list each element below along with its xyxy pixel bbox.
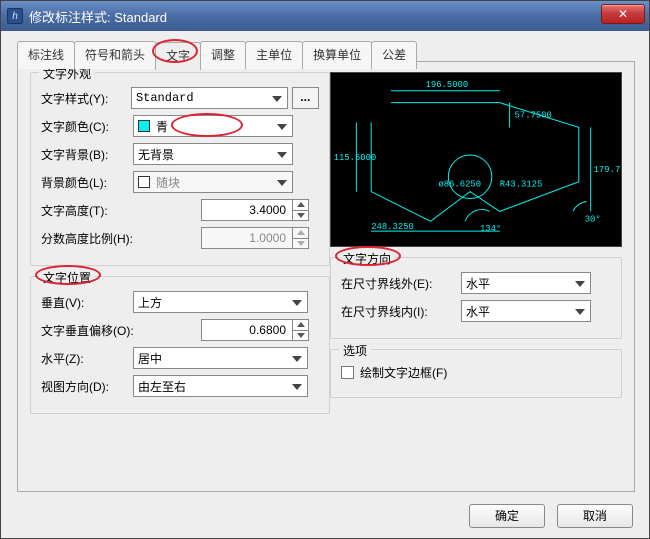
ok-button[interactable]: 确定 [469, 504, 545, 528]
tab-text[interactable]: 文字 [155, 42, 201, 70]
select-vertical[interactable]: 上方 [133, 291, 308, 313]
svg-text:196.5000: 196.5000 [426, 80, 469, 90]
client-area: 标注线 符号和箭头 文字 调整 主单位 换算单位 公差 文字外观 文字样式(Y)… [1, 31, 649, 538]
tab-dimlines[interactable]: 标注线 [17, 41, 75, 69]
spin-down-icon [292, 238, 308, 249]
tab-text-label: 文字 [166, 49, 190, 63]
select-outside[interactable]: 水平 [461, 272, 591, 294]
label-outside: 在尺寸界线外(E): [341, 275, 461, 292]
select-horizontal[interactable]: 居中 [133, 347, 308, 369]
tab-arrows[interactable]: 符号和箭头 [74, 41, 156, 69]
group-options: 选项 绘制文字边框(F) [330, 349, 622, 398]
spin-up-icon [292, 228, 308, 238]
svg-text:134°: 134° [480, 224, 501, 234]
swatch-cyan-icon [138, 120, 150, 132]
svg-text:248.3250: 248.3250 [371, 222, 414, 232]
spinner-vert-offset[interactable] [292, 320, 308, 340]
label-inside: 在尺寸界线内(I): [341, 303, 461, 320]
right-column: 196.5000 57.7500 115.5000 ø86.6250 R43.3… [330, 72, 622, 408]
legend-direction: 文字方向 [339, 250, 395, 267]
label-viewdir: 视图方向(D): [41, 378, 133, 395]
checkbox-draw-frame[interactable] [341, 366, 354, 379]
tab-alternate[interactable]: 换算单位 [302, 41, 372, 69]
window-title: 修改标注样式: Standard [29, 7, 167, 26]
svg-text:57.7500: 57.7500 [515, 110, 552, 120]
label-vertical: 垂直(V): [41, 294, 133, 311]
app-icon: h [7, 8, 23, 24]
close-button[interactable]: ✕ [601, 4, 645, 24]
label-text-color: 文字颜色(C): [41, 118, 133, 135]
select-text-color[interactable]: 青 [133, 115, 293, 137]
select-viewdir[interactable]: 由左至右 [133, 375, 308, 397]
select-text-style[interactable]: Standard [131, 87, 288, 109]
spin-up-icon[interactable] [292, 320, 308, 330]
spin-up-icon[interactable] [292, 200, 308, 210]
spin-down-icon[interactable] [292, 330, 308, 341]
dialog-window: h 修改标注样式: Standard ✕ 标注线 符号和箭头 文字 调整 主单位… [0, 0, 650, 539]
select-bg-color: 随块 [133, 171, 293, 193]
button-text-style-more[interactable]: ... [292, 87, 319, 109]
input-frac-scale: 1.0000 [201, 227, 309, 249]
legend-options: 选项 [339, 342, 371, 359]
label-horizontal: 水平(Z): [41, 350, 133, 367]
svg-text:ø86.6250: ø86.6250 [438, 180, 481, 190]
svg-text:30°: 30° [585, 214, 601, 224]
tab-fit[interactable]: 调整 [200, 41, 246, 69]
tab-strip: 标注线 符号和箭头 文字 调整 主单位 换算单位 公差 [17, 41, 650, 69]
label-vert-offset: 文字垂直偏移(O): [41, 322, 159, 339]
label-frac-scale: 分数高度比例(H): [41, 230, 151, 247]
input-vert-offset[interactable]: 0.6800 [201, 319, 309, 341]
group-position: 文字位置 垂直(V): 上方 文字垂直偏移(O): 0.6800 [30, 276, 330, 414]
group-appearance: 文字外观 文字样式(Y): Standard ... 文字颜色(C): 青 [30, 72, 330, 266]
label-text-bg: 文字背景(B): [41, 146, 133, 163]
tab-primary[interactable]: 主单位 [245, 41, 303, 69]
svg-text:R43.3125: R43.3125 [500, 180, 543, 190]
spin-down-icon[interactable] [292, 210, 308, 221]
label-bg-color: 背景颜色(L): [41, 174, 133, 191]
select-inside[interactable]: 水平 [461, 300, 591, 322]
label-text-style: 文字样式(Y): [41, 90, 131, 107]
swatch-byblock-icon [138, 176, 150, 188]
select-text-bg[interactable]: 无背景 [133, 143, 293, 165]
input-text-height[interactable]: 3.4000 [201, 199, 309, 221]
preview-pane: 196.5000 57.7500 115.5000 ø86.6250 R43.3… [330, 72, 622, 247]
titlebar: h 修改标注样式: Standard ✕ [1, 1, 649, 31]
svg-text:115.5000: 115.5000 [334, 153, 377, 163]
svg-text:179.7911: 179.7911 [594, 165, 621, 175]
cancel-button[interactable]: 取消 [557, 504, 633, 528]
legend-position: 文字位置 [39, 269, 95, 286]
label-text-height: 文字高度(T): [41, 202, 133, 219]
label-draw-frame: 绘制文字边框(F) [360, 364, 447, 381]
footer-buttons: 确定 取消 [469, 504, 633, 528]
group-direction: 文字方向 在尺寸界线外(E): 水平 在尺寸界线内(I): 水平 [330, 257, 622, 339]
left-column: 文字外观 文字样式(Y): Standard ... 文字颜色(C): 青 [30, 72, 330, 424]
spinner-frac-scale [292, 228, 308, 248]
tab-tolerance[interactable]: 公差 [371, 41, 417, 69]
spinner-text-height[interactable] [292, 200, 308, 220]
tab-panel: 文字外观 文字样式(Y): Standard ... 文字颜色(C): 青 [17, 61, 635, 492]
